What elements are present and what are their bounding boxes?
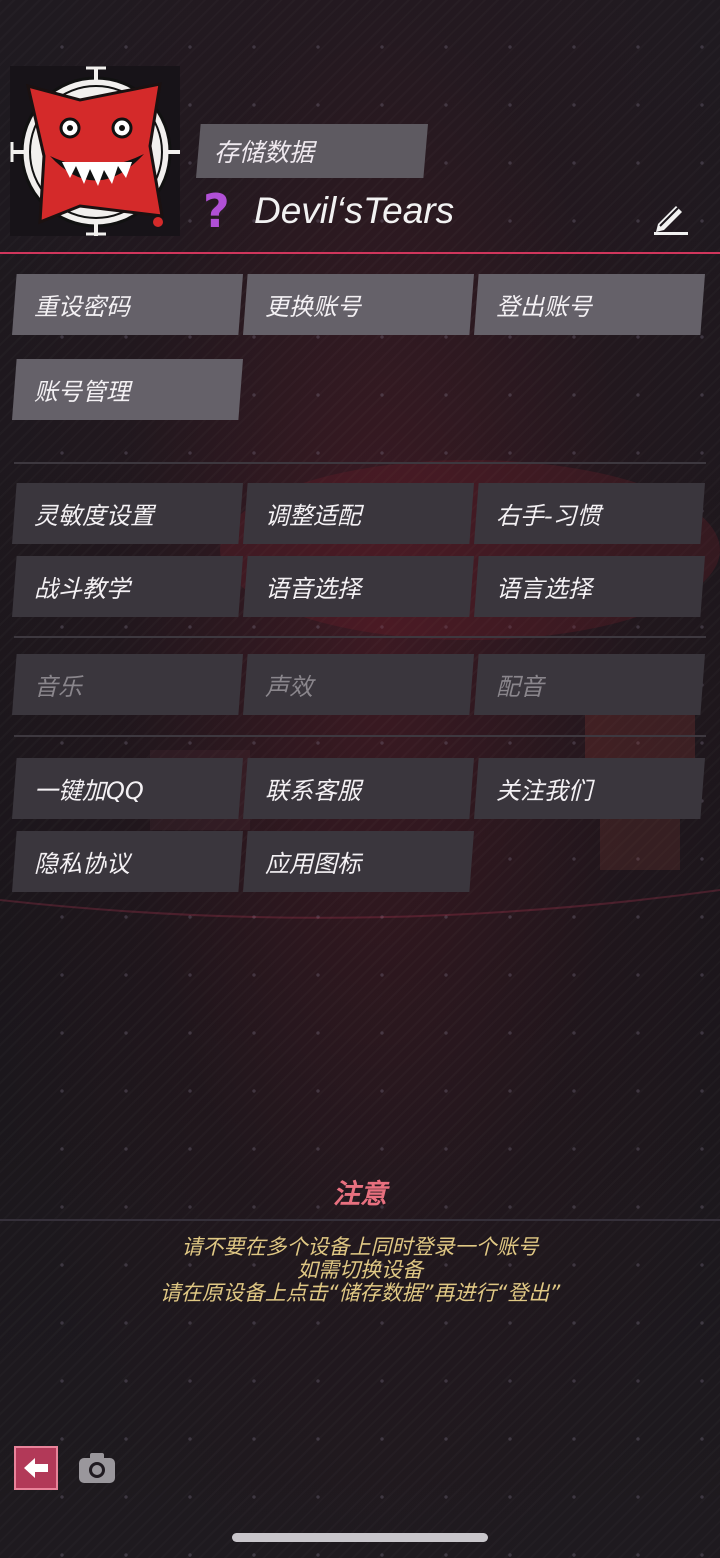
pencil-icon[interactable] (650, 196, 690, 236)
avatar[interactable] (10, 66, 180, 236)
language-selection-label: 语言选择 (496, 575, 592, 603)
voice-over-label: 配音 (496, 673, 544, 701)
privacy-policy-button[interactable]: 隐私协议 (12, 831, 243, 892)
username: Devil‘sTears (254, 190, 455, 231)
privacy-policy-label: 隐私协议 (34, 850, 130, 878)
account-management-label: 账号管理 (34, 378, 130, 406)
handedness-label: 右手-习惯 (496, 502, 601, 530)
switch-account-label: 更换账号 (265, 293, 361, 321)
language-selection-button[interactable]: 语言选择 (474, 556, 705, 617)
app-icon-button[interactable]: 应用图标 (243, 831, 474, 892)
header-divider (0, 252, 720, 254)
follow-us-label: 关注我们 (496, 777, 592, 805)
home-indicator[interactable] (232, 1533, 488, 1542)
back-arrow-icon (24, 1458, 48, 1478)
notice-title: 注意 (333, 1179, 387, 1210)
notice-line-3: 请在原设备上点击“储存数据”再进行“登出” (159, 1281, 561, 1305)
combat-tutorial-button[interactable]: 战斗教学 (12, 556, 243, 617)
logout-button[interactable]: 登出账号 (474, 274, 705, 335)
section-divider (14, 735, 706, 737)
adjust-layout-button[interactable]: 调整适配 (243, 483, 474, 544)
section-divider (14, 636, 706, 638)
combat-tutorial-label: 战斗教学 (34, 575, 130, 603)
sound-effects-label: 声效 (265, 673, 313, 701)
sensitivity-settings-button[interactable]: 灵敏度设置 (12, 483, 243, 544)
save-data-button[interactable]: 存储数据 (196, 124, 428, 178)
voice-selection-button[interactable]: 语音选择 (243, 556, 474, 617)
save-data-label: 存储数据 (214, 138, 315, 167)
join-qq-label: 一键加QQ (34, 777, 144, 805)
handedness-button[interactable]: 右手-习惯 (474, 483, 705, 544)
notice-divider (0, 1219, 720, 1221)
notice-line-1: 请不要在多个设备上同时登录一个账号 (181, 1235, 539, 1259)
adjust-layout-label: 调整适配 (265, 502, 361, 530)
music-label: 音乐 (34, 673, 82, 701)
settings-screen: 存储数据 ? Devil‘sTears 重设密码 更换账号 登出账号 账号管理 … (0, 0, 720, 1558)
section-divider (14, 462, 706, 464)
camera-icon[interactable] (78, 1452, 116, 1484)
customer-service-button[interactable]: 联系客服 (243, 758, 474, 819)
logout-label: 登出账号 (496, 293, 592, 321)
rank-icon: ? (203, 184, 230, 238)
reset-password-label: 重设密码 (34, 293, 130, 321)
app-icon-label: 应用图标 (265, 850, 361, 878)
sensitivity-settings-label: 灵敏度设置 (34, 502, 154, 530)
music-button[interactable]: 音乐 (12, 654, 243, 715)
notice-line-2: 如需切换设备 (297, 1258, 423, 1282)
voice-over-button[interactable]: 配音 (474, 654, 705, 715)
switch-account-button[interactable]: 更换账号 (243, 274, 474, 335)
join-qq-button[interactable]: 一键加QQ (12, 758, 243, 819)
back-button[interactable] (14, 1446, 58, 1490)
customer-service-label: 联系客服 (265, 777, 361, 805)
sound-effects-button[interactable]: 声效 (243, 654, 474, 715)
voice-selection-label: 语音选择 (265, 575, 361, 603)
reset-password-button[interactable]: 重设密码 (12, 274, 243, 335)
follow-us-button[interactable]: 关注我们 (474, 758, 705, 819)
account-management-button[interactable]: 账号管理 (12, 359, 243, 420)
